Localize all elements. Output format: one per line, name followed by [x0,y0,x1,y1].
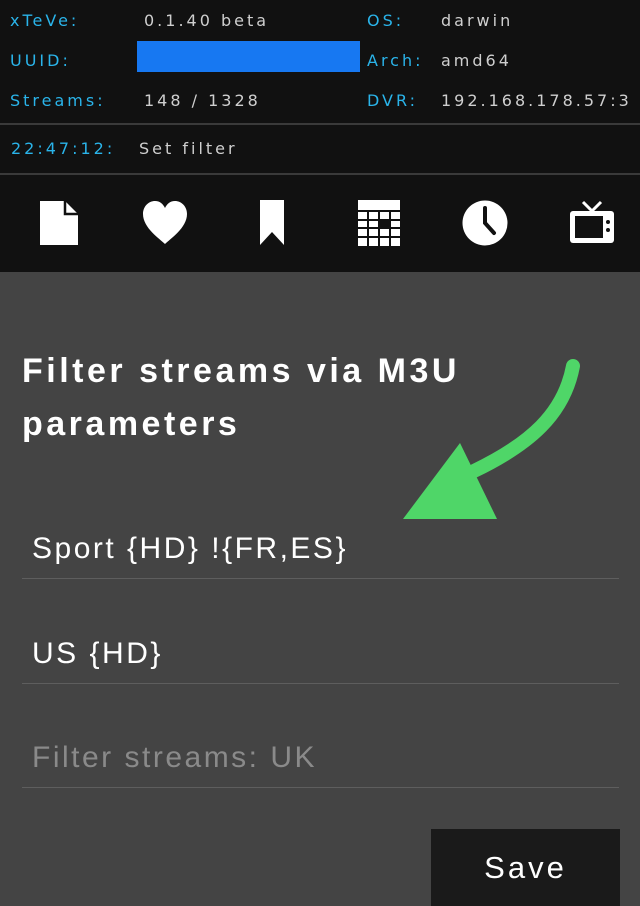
version-label: xTeVe: [10,11,80,30]
header-divider-top [0,123,640,125]
page-title: Filter streams via M3U parameters [22,352,460,443]
dvr-value: 192.168.178.57:3 [441,91,632,110]
os-label: OS: [367,11,405,30]
arch-label: Arch: [367,51,424,70]
version-value: 0.1.40 beta [144,11,270,30]
grid-icon[interactable] [354,198,404,248]
filter-input-3[interactable] [22,728,619,788]
header-divider-bottom [0,173,640,175]
status-header: xTeVe: 0.1.40 beta OS: darwin UUID: Arch… [0,0,640,272]
uuid-redaction-bar [137,41,360,72]
os-value: darwin [441,11,514,30]
arch-value: amd64 [441,51,512,70]
info-row-version: xTeVe: 0.1.40 beta OS: darwin [0,0,640,40]
tv-icon[interactable] [567,198,617,248]
file-icon[interactable] [34,198,84,248]
bookmark-icon[interactable] [247,198,297,248]
uuid-label: UUID: [10,51,71,70]
dvr-label: DVR: [367,91,418,110]
heart-icon[interactable] [140,198,190,248]
filter-input-2[interactable] [22,624,619,684]
save-button[interactable]: Save [431,829,620,906]
streams-value: 148 / 1328 [144,91,261,110]
filter-input-1[interactable] [22,519,619,579]
info-row-streams: Streams: 148 / 1328 DVR: 192.168.178.57:… [0,80,640,120]
clock-icon[interactable] [460,198,510,248]
status-time: 22:47:12: [11,139,116,158]
status-message: Set filter [139,139,238,158]
streams-label: Streams: [10,91,106,110]
